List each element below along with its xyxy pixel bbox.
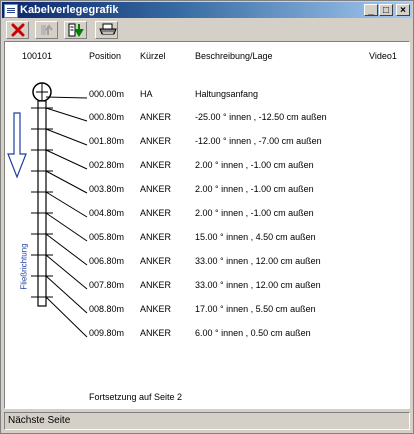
previous-page-button[interactable] xyxy=(35,21,58,39)
flow-arrow-icon xyxy=(7,112,27,179)
column-header-video: Video1 xyxy=(369,51,397,61)
print-button[interactable] xyxy=(95,21,118,39)
app-icon xyxy=(4,4,18,18)
row-position: 000.00m xyxy=(89,89,125,99)
row-position: 002.80m xyxy=(89,160,125,170)
report-canvas: 100101 Position Kürzel Beschreibung/Lage… xyxy=(4,41,410,409)
row-beschreibung: 2.00 ° innen , -1.00 cm außen xyxy=(195,160,314,170)
row-beschreibung: Haltungsanfang xyxy=(195,89,259,99)
row-position: 004.80m xyxy=(89,208,125,218)
row-kuerzel: ANKER xyxy=(140,136,172,146)
close-button[interactable] xyxy=(6,21,29,39)
page-down-icon xyxy=(68,23,84,37)
row-position: 007.80m xyxy=(89,280,125,290)
row-kuerzel: ANKER xyxy=(140,160,172,170)
row-kuerzel: ANKER xyxy=(140,280,172,290)
pipe-body xyxy=(37,100,47,307)
row-beschreibung: 33.00 ° innen , 12.00 cm außen xyxy=(195,280,321,290)
window-title: Kabelverlegegrafik xyxy=(20,4,119,16)
close-window-button[interactable]: × xyxy=(396,4,410,16)
row-kuerzel: HA xyxy=(140,89,153,99)
column-header-kuerzel: Kürzel xyxy=(140,51,166,61)
printer-icon xyxy=(99,23,117,35)
row-beschreibung: 2.00 ° innen , -1.00 cm außen xyxy=(195,208,314,218)
row-beschreibung: 17.00 ° innen , 5.50 cm außen xyxy=(195,304,316,314)
row-kuerzel: ANKER xyxy=(140,232,172,242)
row-position: 009.80m xyxy=(89,328,125,338)
toolbar xyxy=(3,20,411,40)
leader-lines xyxy=(45,96,88,338)
row-kuerzel: ANKER xyxy=(140,208,172,218)
pipe-graphic xyxy=(7,82,88,338)
row-position: 000.80m xyxy=(89,112,125,122)
row-beschreibung: -25.00 ° innen , -12.50 cm außen xyxy=(195,112,327,122)
row-position: 001.80m xyxy=(89,136,125,146)
row-beschreibung: 15.00 ° innen , 4.50 cm außen xyxy=(195,232,316,242)
minimize-button[interactable]: _ xyxy=(364,4,378,16)
row-position: 006.80m xyxy=(89,256,125,266)
app-window: Kabelverlegegrafik _ □ × 100101 Position… xyxy=(0,0,414,434)
row-kuerzel: ANKER xyxy=(140,328,172,338)
row-position: 005.80m xyxy=(89,232,125,242)
page-up-icon xyxy=(41,24,53,35)
row-kuerzel: ANKER xyxy=(140,304,172,314)
next-page-button[interactable] xyxy=(64,21,87,39)
continuation-note: Fortsetzung auf Seite 2 xyxy=(89,392,183,402)
row-beschreibung: 2.00 ° innen , -1.00 cm außen xyxy=(195,184,314,194)
row-kuerzel: ANKER xyxy=(140,184,172,194)
row-kuerzel: ANKER xyxy=(140,112,172,122)
report-id: 100101 xyxy=(22,51,53,61)
row-beschreibung: -12.00 ° innen , -7.00 cm außen xyxy=(195,136,322,146)
row-beschreibung: 33.00 ° innen , 12.00 cm außen xyxy=(195,256,321,266)
status-bar: Nächste Seite xyxy=(4,412,410,430)
row-position: 008.80m xyxy=(89,304,125,314)
title-bar: Kabelverlegegrafik _ □ × xyxy=(2,2,412,18)
row-beschreibung: 6.00 ° innen , 0.50 cm außen xyxy=(195,328,311,338)
maximize-button[interactable]: □ xyxy=(379,4,393,16)
close-icon xyxy=(11,23,25,37)
column-header-position: Position xyxy=(89,51,122,61)
column-header-beschreibung: Beschreibung/Lage xyxy=(195,51,273,61)
row-kuerzel: ANKER xyxy=(140,256,172,266)
flow-direction-label: Fließrichtung xyxy=(19,243,29,290)
row-position: 003.80m xyxy=(89,184,125,194)
status-text: Nächste Seite xyxy=(8,415,71,426)
